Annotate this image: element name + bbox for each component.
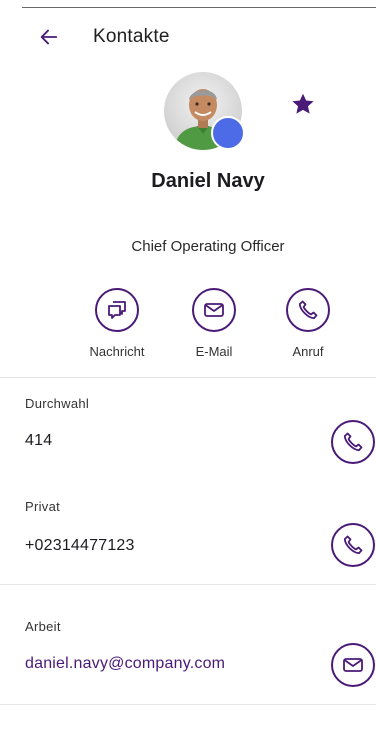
presence-status-indicator: [211, 116, 245, 150]
email-work-button[interactable]: [331, 643, 375, 687]
email-action-button[interactable]: E-Mail: [169, 288, 259, 359]
arrow-left-icon[interactable]: [38, 26, 60, 48]
call-action-circle: [286, 288, 330, 332]
email-action-circle: [192, 288, 236, 332]
private-phone-value: +02314477123: [25, 537, 135, 554]
message-icon: [108, 301, 126, 319]
extension-label: Durchwahl: [25, 396, 90, 411]
work-email-label: Arbeit: [25, 619, 61, 634]
message-action-button[interactable]: Nachricht: [72, 288, 162, 359]
work-email-value[interactable]: daniel.navy@company.com: [25, 655, 225, 673]
extension-value: 414: [25, 432, 53, 449]
top-divider: [22, 7, 376, 8]
message-action-circle: [95, 288, 139, 332]
section-divider: [0, 704, 376, 705]
contact-name: Daniel Navy: [151, 170, 265, 192]
call-extension-button[interactable]: [331, 420, 375, 464]
section-divider: [0, 377, 376, 378]
call-private-button[interactable]: [331, 523, 375, 567]
contact-avatar-container: [164, 72, 245, 152]
favorite-star-icon[interactable]: [290, 91, 316, 117]
contact-job-title: Chief Operating Officer: [131, 238, 285, 255]
section-divider: [0, 584, 376, 585]
call-action-label: Anruf: [292, 344, 324, 359]
page-title: Kontakte: [93, 26, 170, 47]
mail-icon: [204, 303, 224, 317]
email-action-label: E-Mail: [195, 344, 233, 359]
mail-icon: [343, 658, 363, 672]
phone-icon: [343, 432, 363, 452]
app-header: Kontakte: [0, 22, 376, 56]
message-action-label: Nachricht: [89, 344, 145, 359]
call-action-button[interactable]: Anruf: [263, 288, 353, 359]
phone-icon: [298, 300, 318, 320]
private-phone-label: Privat: [25, 499, 61, 514]
phone-icon: [343, 535, 363, 555]
